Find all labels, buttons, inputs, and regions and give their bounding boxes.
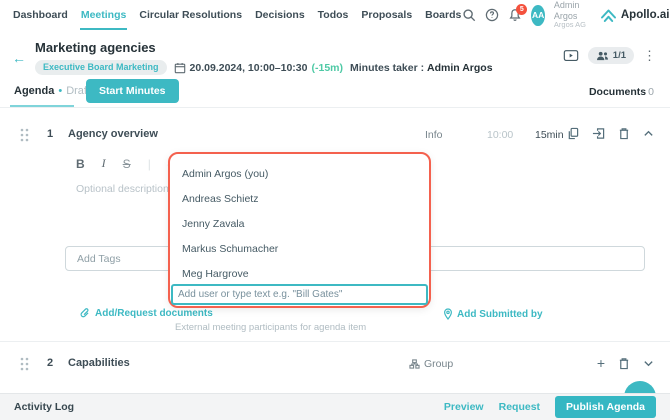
tabs-divider [0,107,670,108]
meeting-agenda-page: Dashboard Meetings Circular Resolutions … [0,0,670,420]
nav-boards[interactable]: Boards [424,0,462,30]
trash-icon[interactable] [618,357,630,370]
nav-meetings[interactable]: Meetings [80,0,128,30]
minutes-taker: Minutes taker : Admin Argos [350,62,493,74]
calendar-icon [174,62,186,74]
publish-agenda-button[interactable]: Publish Agenda [555,396,656,418]
page-title: Marketing agencies [35,40,493,55]
item-title[interactable]: Agency overview [68,128,158,140]
italic-button[interactable]: I [102,156,106,171]
item-title[interactable]: Capabilities [68,357,130,369]
meeting-date-text: 20.09.2024, 10:00–10:30 [190,62,308,74]
pin-icon [443,308,453,320]
activity-log-button[interactable]: Activity Log [14,401,74,413]
documents-count: 0 [648,86,654,98]
meeting-header: Marketing agencies Executive Board Marke… [35,40,493,75]
attendees-icon [596,51,609,61]
drag-handle-icon[interactable] [20,128,29,142]
add-subitem-icon[interactable]: + [597,356,605,370]
expand-icon[interactable] [643,358,654,369]
nav-circular-resolutions[interactable]: Circular Resolutions [138,0,243,30]
participants-hint-text: External meeting participants for agenda… [175,322,366,333]
time-delta: (-15m) [311,62,343,74]
add-participant-input[interactable] [171,284,428,305]
user-info[interactable]: Admin Argos Argos AG [554,0,587,29]
bold-button[interactable]: B [76,157,85,171]
brand-name: Apollo.ai [621,9,670,21]
nav-proposals[interactable]: Proposals [360,0,413,30]
item-duration[interactable]: 15min [535,129,564,141]
item-start-time: 10:00 [487,129,513,141]
trash-icon[interactable] [618,127,630,140]
drag-handle-icon[interactable] [20,357,29,371]
brand-logo: Apollo.ai [600,8,670,23]
move-to-icon[interactable] [592,127,605,140]
attendance-pill[interactable]: 1/1 [588,47,634,64]
back-arrow-icon[interactable]: ← [12,50,26,66]
nav-decisions[interactable]: Decisions [254,0,306,30]
present-mode-icon[interactable] [563,49,579,63]
item-number: 2 [47,357,53,369]
main-nav: Dashboard Meetings Circular Resolutions … [12,0,462,30]
nav-todos[interactable]: Todos [317,0,350,30]
preview-button[interactable]: Preview [444,401,484,413]
dropdown-option[interactable]: Meg Hargrove [170,261,429,286]
item-number: 1 [47,128,53,140]
group-icon [409,359,420,369]
start-minutes-button[interactable]: Start Minutes [86,79,179,103]
tab-documents[interactable]: Documents0 [589,86,654,98]
top-navigation: Dashboard Meetings Circular Resolutions … [0,0,670,30]
dropdown-option[interactable]: Admin Argos (you) [170,161,429,186]
request-button[interactable]: Request [499,401,540,413]
item-type-group[interactable]: Group [409,358,453,370]
meeting-datetime: 20.09.2024, 10:00–10:30 (-15m) [174,62,343,74]
item-type-info[interactable]: Info [425,129,443,141]
minutes-taker-name: Admin Argos [427,62,493,74]
participants-dropdown: Admin Argos (you) Andreas Schietz Jenny … [168,152,431,308]
status-dot: • [58,85,62,97]
attendance-count: 1/1 [613,50,626,61]
user-avatar[interactable]: AA [531,5,545,26]
toolbar-divider: | [148,157,151,171]
notifications-bell[interactable]: 5 [508,8,522,22]
user-org: Argos AG [554,21,587,30]
agenda-item-2: 2 Capabilities Group + [0,353,670,377]
items-divider [0,341,670,342]
collapse-icon[interactable] [643,128,654,139]
notification-count-badge: 5 [516,4,527,15]
header-menu-icon[interactable]: ⋮ [643,48,656,64]
nav-dashboard[interactable]: Dashboard [12,0,69,30]
apollo-logo-icon [600,8,617,23]
richtext-toolbar: B I S | — [76,156,180,171]
search-icon[interactable] [462,8,476,22]
user-name: Admin Argos [554,0,587,21]
agenda-item-1: 1 Agency overview Info 10:00 15min [0,124,670,148]
dropdown-option[interactable]: Andreas Schietz [170,186,429,211]
footer-bar: Activity Log Preview Request Publish Age… [0,393,670,420]
strikethrough-button[interactable]: S [123,157,131,171]
add-request-documents-link[interactable]: Add/Request documents [80,308,213,319]
dropdown-option[interactable]: Markus Schumacher [170,236,429,261]
dropdown-option[interactable]: Jenny Zavala [170,211,429,236]
description-field[interactable]: Optional description [76,183,169,195]
add-submitted-by-link[interactable]: Add Submitted by [443,308,543,320]
attach-document-icon [80,308,91,319]
help-icon[interactable] [485,8,499,22]
copy-icon[interactable] [567,127,579,140]
tab-agenda[interactable]: Agenda • Draft [14,85,90,97]
board-badge[interactable]: Executive Board Marketing [35,60,167,75]
